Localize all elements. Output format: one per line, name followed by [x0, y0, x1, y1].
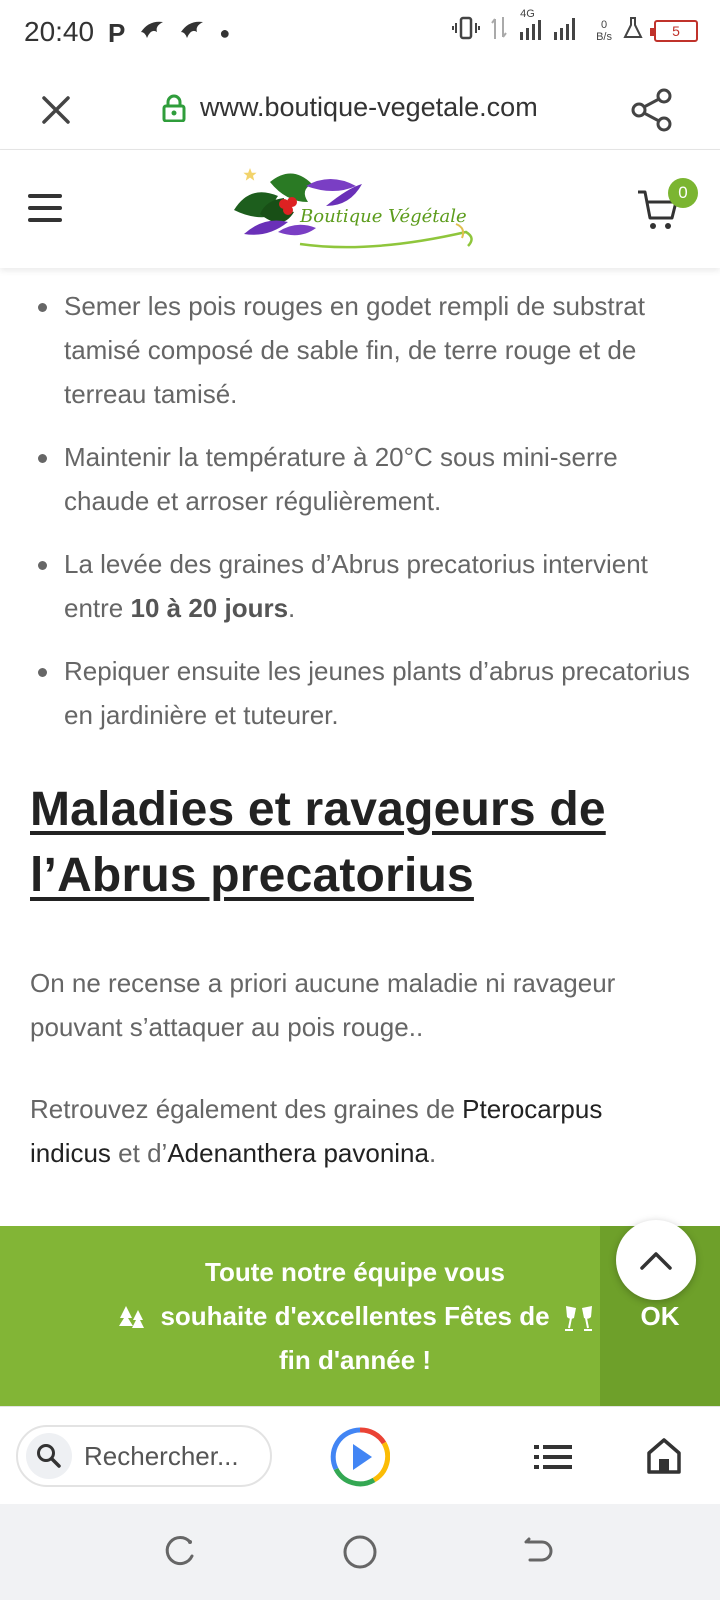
home-icon[interactable] — [646, 1437, 682, 1475]
site-logo[interactable]: Boutique Végétale — [230, 162, 482, 258]
chevron-up-icon — [640, 1252, 672, 1270]
holiday-banner: Toute notre équipe vous souhaite d'excel… — [0, 1226, 720, 1406]
back-icon[interactable] — [522, 1536, 554, 1568]
close-icon[interactable] — [38, 92, 74, 128]
browser-toolbar: www.boutique-vegetale.com — [0, 72, 720, 150]
list-item: Repiquer ensuite les jeunes plants d’abr… — [0, 649, 720, 737]
search-box[interactable] — [16, 1425, 272, 1487]
paragraph-text: et d’ — [110, 1138, 168, 1168]
recent-apps-icon[interactable] — [164, 1536, 196, 1568]
flask-icon — [622, 16, 644, 45]
related-seeds-paragraph: Retrouvez également des graines de Ptero… — [30, 1087, 690, 1175]
signal-4g-icon: 4G — [518, 8, 586, 47]
battery-level: 5 — [672, 22, 680, 39]
search-input[interactable] — [84, 1440, 264, 1472]
play-button-icon[interactable] — [330, 1427, 390, 1487]
list-item: Semer les pois rouges en godet rempli de… — [0, 284, 720, 416]
lock-icon — [162, 94, 186, 122]
status-time: 20:40 — [24, 16, 95, 47]
list-item: La levée des graines d’Abrus precatorius… — [0, 542, 720, 630]
status-bar: 20:40 P ● 4G 0 B/s 5 — [0, 0, 720, 72]
parking-app-icon: P — [108, 18, 126, 48]
url-text: www.boutique-vegetale.com — [200, 92, 538, 122]
network-type-label: 4G — [520, 8, 535, 20]
paragraph: On ne recense a priori aucune maladie ni… — [30, 968, 616, 1042]
paragraph-text: Retrouvez également des graines de — [30, 1094, 463, 1124]
share-icon[interactable] — [630, 88, 674, 132]
notification-icons: P ● — [108, 18, 230, 49]
system-status-icons: 4G 0 B/s 5 — [452, 8, 698, 47]
instructions-list: Semer les pois rouges en godet rempli de… — [0, 270, 720, 737]
search-icon[interactable] — [26, 1433, 72, 1479]
list-item-bold-text: 10 à 20 jours — [130, 593, 289, 623]
site-header: Boutique Végétale — [0, 150, 720, 268]
url-bar[interactable]: www.boutique-vegetale.com — [162, 92, 538, 123]
menu-hamburger-icon[interactable] — [28, 194, 64, 222]
logo-text: Boutique Végétale — [300, 206, 467, 227]
cart-count-badge: 0 — [668, 178, 698, 208]
bird-app-icon-2 — [179, 18, 205, 49]
bird-app-icon — [139, 18, 165, 49]
article-content: Semer les pois rouges en godet rempli de… — [0, 270, 720, 1175]
christmas-trees-icon — [119, 1306, 144, 1328]
section-heading: Maladies et ravageurs de l’Abrus precato… — [30, 783, 606, 902]
list-item: Maintenir la température à 20°C sous min… — [0, 435, 720, 523]
scroll-to-top-button[interactable] — [616, 1220, 696, 1300]
system-nav-bar — [0, 1504, 720, 1600]
tabs-list-icon[interactable] — [534, 1443, 572, 1471]
champagne-glasses-icon — [565, 1306, 592, 1331]
adenanthera-link[interactable]: Adenanthera pavonina — [167, 1138, 429, 1168]
banner-message: Toute notre équipe vous souhaite d'excel… — [160, 1257, 550, 1375]
more-notifications-dot-icon: ● — [219, 23, 231, 43]
data-transfer-icon — [490, 15, 508, 46]
browser-bottom-bar — [0, 1406, 720, 1504]
battery-icon: 5 — [650, 19, 698, 42]
vibrate-icon — [452, 15, 481, 46]
paragraph-text: . — [428, 1138, 437, 1168]
net-speed: 0 B/s — [596, 19, 612, 43]
system-home-icon[interactable] — [342, 1534, 378, 1570]
list-item-text-end: . — [288, 593, 296, 623]
net-speed-unit: B/s — [596, 30, 612, 43]
net-speed-value: 0 — [600, 18, 608, 31]
